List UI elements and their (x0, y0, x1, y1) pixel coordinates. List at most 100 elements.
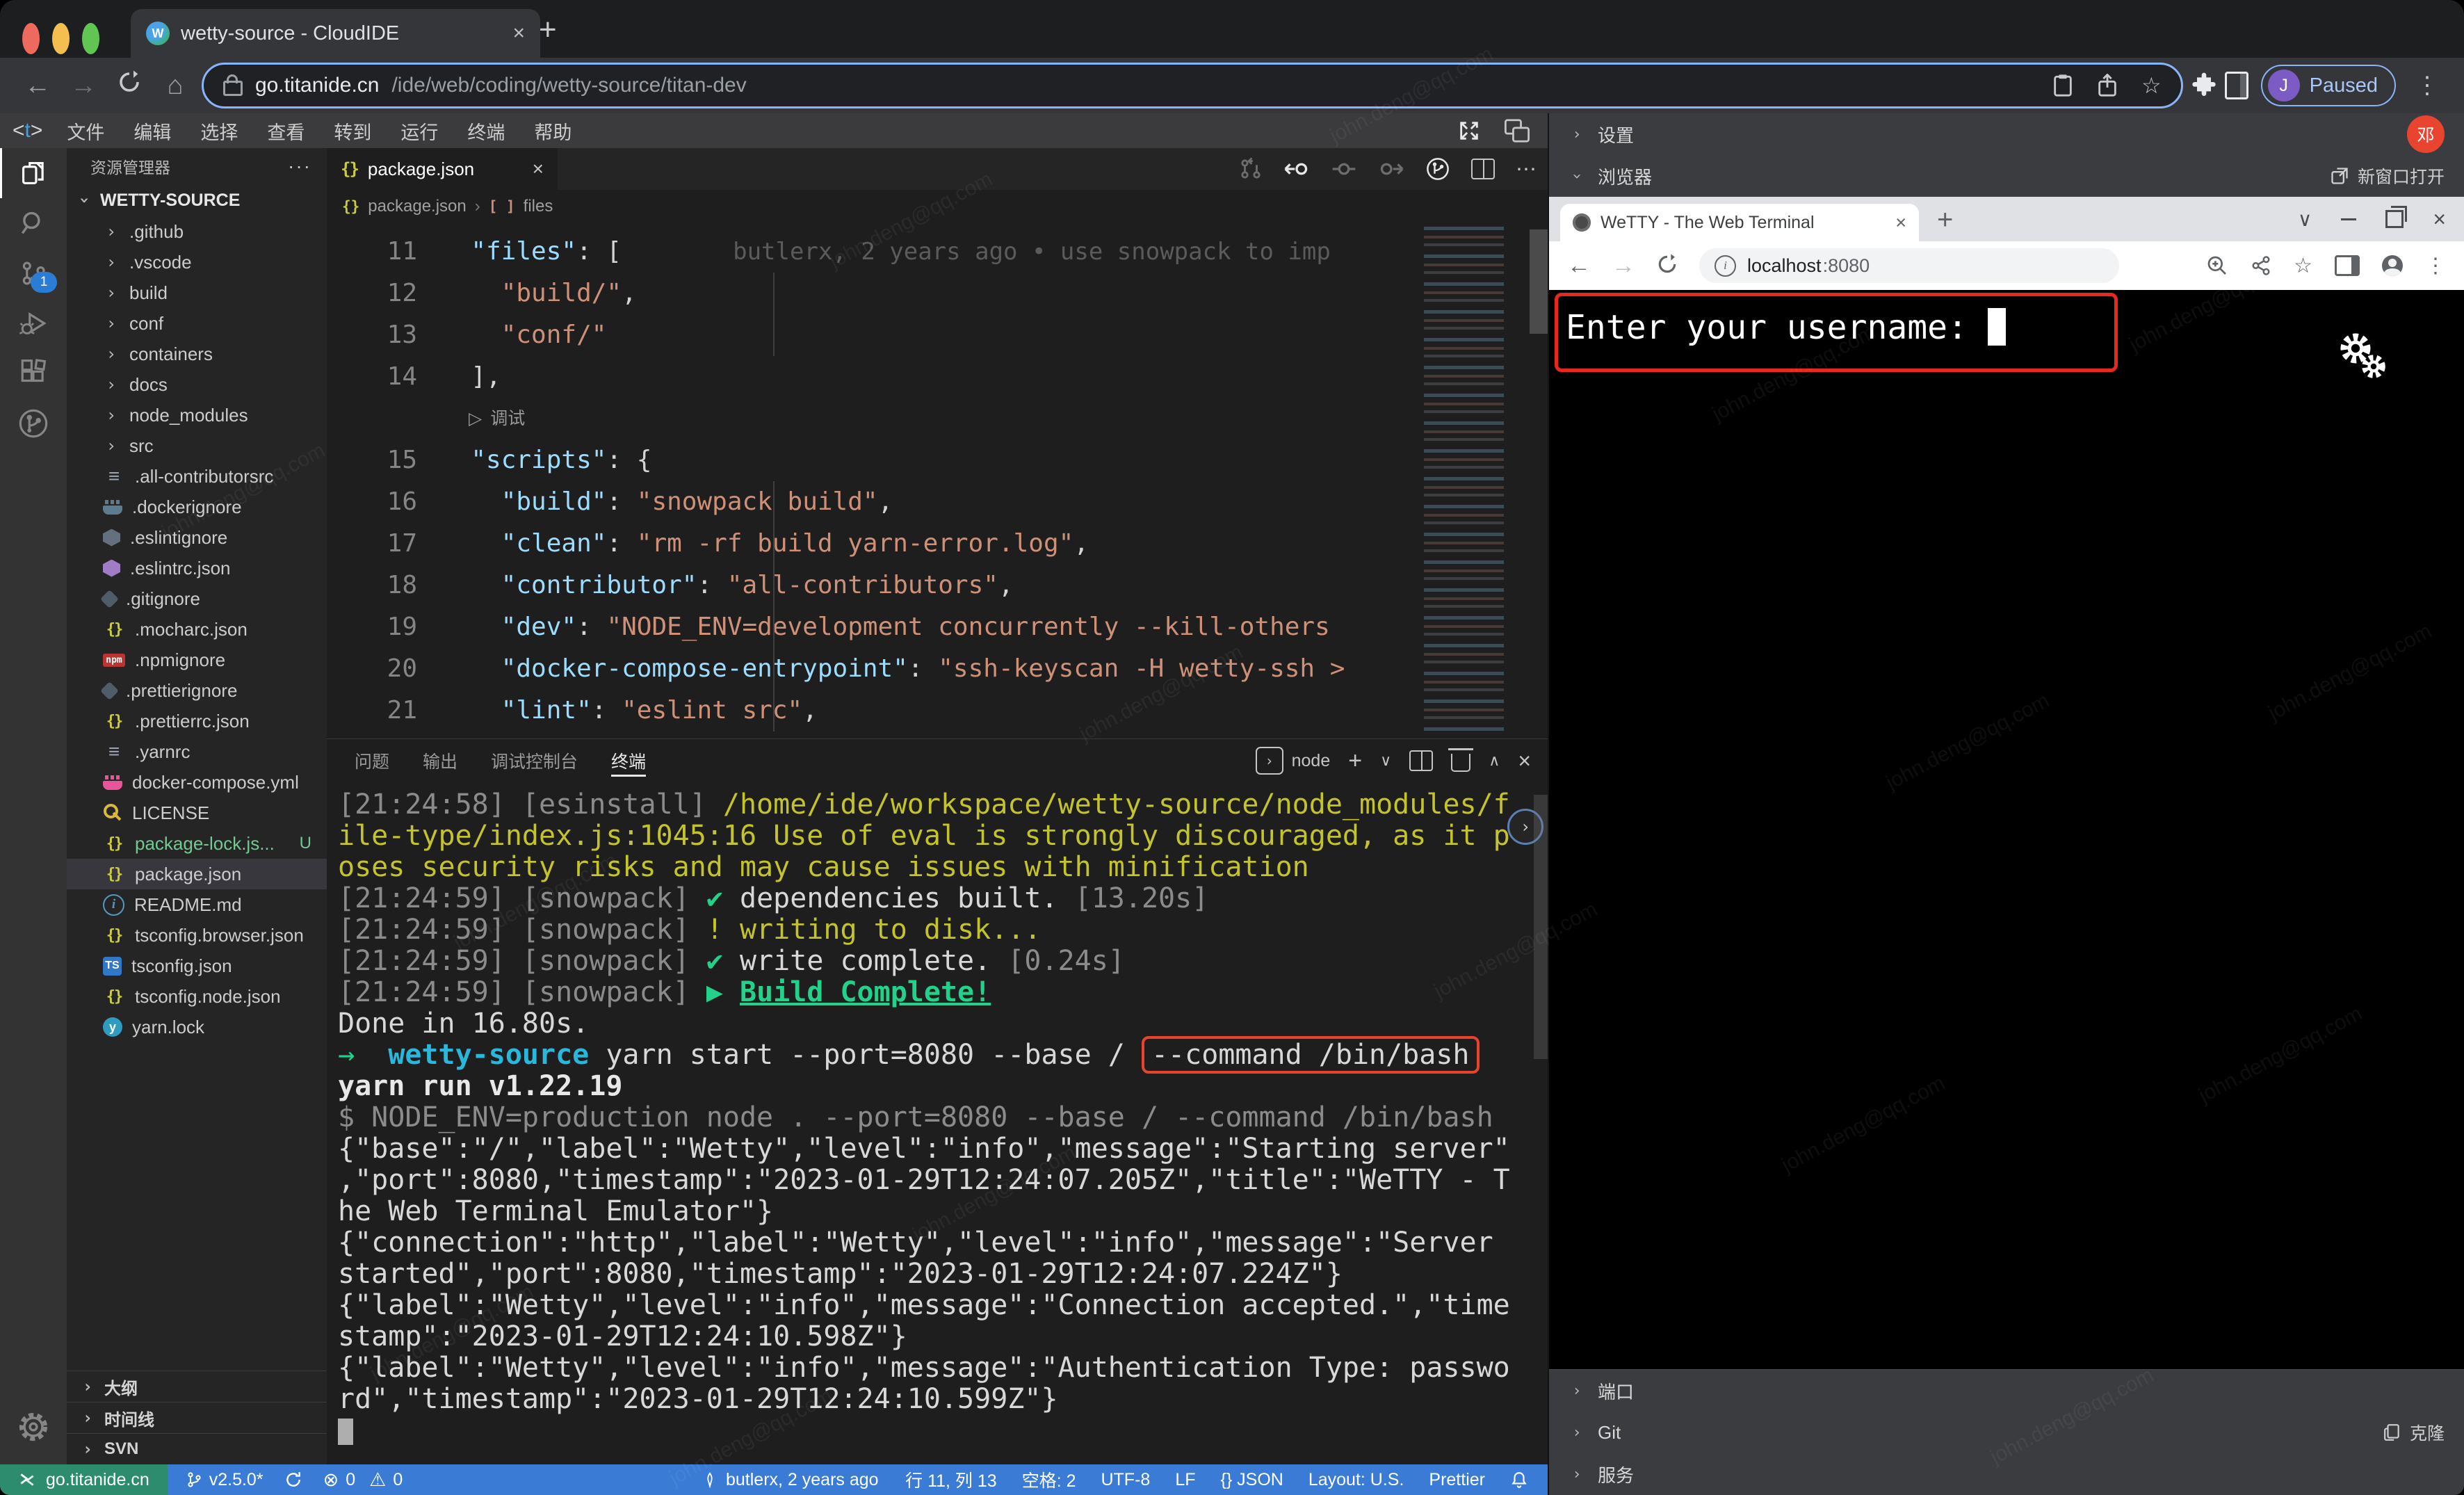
section-services[interactable]: › 服务 (1549, 1453, 2464, 1495)
file-item-.dockerignore[interactable]: .dockerignore (67, 492, 327, 522)
file-item-README.md[interactable]: iREADME.md (67, 889, 327, 920)
extensions-icon[interactable] (0, 348, 67, 398)
file-item-.vscode[interactable]: ›.vscode (67, 247, 327, 277)
address-bar[interactable]: go.titanide.cn /ide/web/coding/wetty-sou… (202, 63, 2183, 108)
editor-scrollbar[interactable] (1530, 229, 1548, 334)
file-item-.all-contributorsrc[interactable]: ≡.all-contributorsrc (67, 461, 327, 492)
svn-update-icon[interactable] (1425, 156, 1450, 181)
section-settings[interactable]: › 设置 邓 (1549, 113, 2464, 155)
panel-tab-终端[interactable]: 终端 (594, 739, 663, 782)
status-item[interactable]: Layout: U.S. (1308, 1470, 1404, 1490)
forward-icon[interactable]: → (64, 71, 103, 101)
file-item-containers[interactable]: ›containers (67, 339, 327, 369)
split-terminal-icon[interactable] (1409, 750, 1433, 771)
file-item-.yarnrc[interactable]: ≡.yarnrc (67, 736, 327, 767)
webview-forward-icon[interactable]: → (1612, 252, 1635, 280)
menu-item-文件[interactable]: 文件 (52, 122, 119, 143)
file-item-tsconfig.node.json[interactable]: {}tsconfig.node.json (67, 981, 327, 1012)
panel-tab-调试控制台[interactable]: 调试控制台 (474, 739, 594, 782)
file-item-.prettierignore[interactable]: .prettierignore (67, 675, 327, 706)
webview-dropdown-icon[interactable]: ∨ (2298, 208, 2312, 231)
zoom-window-button[interactable] (82, 23, 99, 54)
split-editor-icon[interactable] (1471, 159, 1495, 179)
previous-change-icon[interactable] (1283, 157, 1310, 181)
status-item[interactable]: {} JSON (1221, 1470, 1283, 1490)
explorer-more-icon[interactable]: ··· (288, 155, 311, 177)
home-icon[interactable]: ⌂ (156, 71, 195, 101)
menu-item-转到[interactable]: 转到 (319, 122, 386, 143)
webview-star-icon[interactable]: ☆ (2294, 254, 2312, 278)
file-item-tsconfig.json[interactable]: TStsconfig.json (67, 951, 327, 981)
section-browser[interactable]: › 浏览器 新窗口打开 (1549, 155, 2464, 197)
back-icon[interactable]: ← (18, 71, 57, 101)
close-window-button[interactable] (22, 23, 40, 54)
webview-reload-icon[interactable] (1656, 253, 1678, 279)
webview-new-tab-icon[interactable]: + (1937, 204, 1953, 236)
file-item-docs[interactable]: ›docs (67, 369, 327, 400)
status-item[interactable]: 行 11, 列 13 (905, 1467, 997, 1492)
close-panel-icon[interactable]: × (1518, 748, 1531, 774)
webview-menu-icon[interactable]: ⋮ (2425, 254, 2446, 278)
run-debug-icon[interactable] (0, 298, 67, 348)
layout-icon[interactable] (1505, 119, 1530, 143)
sidebar-section-时间线[interactable]: ›时间线 (67, 1402, 327, 1433)
workspace-root[interactable]: › WETTY-SOURCE (67, 184, 327, 216)
file-item-.github[interactable]: ›.github (67, 216, 327, 247)
current-change-icon[interactable] (1331, 157, 1357, 181)
code-editor[interactable]: 11 "files": [butlerx, 2 years ago • use … (327, 223, 1548, 738)
terminal-dropdown-icon[interactable]: ∨ (1380, 752, 1391, 770)
bookmark-star-icon[interactable]: ☆ (2141, 72, 2162, 99)
file-item-package-lock.js...[interactable]: {}package-lock.js...U (67, 828, 327, 859)
panel-tab-问题[interactable]: 问题 (338, 739, 406, 782)
webview-close-icon[interactable]: × (2433, 207, 2446, 232)
info-icon[interactable]: i (1715, 255, 1736, 277)
wetty-settings-gears-icon[interactable] (2325, 329, 2394, 394)
terminal[interactable]: [21:24:58] [esinstall] /home/ide/workspa… (327, 782, 1548, 1464)
terminal-shell-picker[interactable]: › node (1256, 747, 1331, 775)
minimap[interactable] (1424, 227, 1527, 734)
webview-minimize-icon[interactable] (2341, 218, 2356, 220)
webview-tab-close-icon[interactable]: × (1895, 212, 1906, 234)
file-item-src[interactable]: ›src (67, 430, 327, 461)
file-item-.gitignore[interactable]: .gitignore (67, 583, 327, 614)
profile-chip[interactable]: J Paused (2261, 65, 2396, 106)
fullscreen-icon[interactable] (1457, 119, 1481, 143)
status-item[interactable]: UTF-8 (1101, 1470, 1150, 1490)
panel-tab-输出[interactable]: 输出 (406, 739, 474, 782)
file-item-build[interactable]: ›build (67, 277, 327, 308)
clipboard-icon[interactable] (2052, 74, 2073, 97)
remote-indicator[interactable]: go.titanide.cn (0, 1464, 168, 1495)
file-item-package.json[interactable]: {}package.json (67, 859, 327, 889)
status-item[interactable]: 空格: 2 (1022, 1467, 1076, 1492)
file-item-docker-compose.yml[interactable]: docker-compose.yml (67, 767, 327, 798)
tab-close-icon[interactable]: × (512, 22, 525, 45)
menu-item-查看[interactable]: 查看 (252, 122, 319, 143)
menu-item-运行[interactable]: 运行 (386, 122, 453, 143)
webview-back-icon[interactable]: ← (1567, 252, 1591, 280)
file-item-yarn.lock[interactable]: yyarn.lock (67, 1012, 327, 1042)
file-item-.prettierrc.json[interactable]: {}.prettierrc.json (67, 706, 327, 736)
file-item-.npmignore[interactable]: npm.npmignore (67, 645, 327, 675)
branch-indicator[interactable]: v2.5.0* (186, 1470, 264, 1490)
new-terminal-icon[interactable]: + (1348, 748, 1362, 775)
wetty-terminal[interactable]: Enter your username: (1549, 290, 2464, 1369)
panel-scrollbar[interactable] (1534, 795, 1548, 1059)
webview-profile-icon[interactable] (2382, 255, 2403, 276)
file-item-.mocharc.json[interactable]: {}.mocharc.json (67, 614, 327, 645)
sync-indicator[interactable] (284, 1471, 302, 1489)
user-avatar[interactable]: 邓 (2407, 115, 2445, 153)
file-item-.eslintignore[interactable]: .eslintignore (67, 522, 327, 553)
problems-indicator[interactable]: ⊗0 ⚠0 (323, 1469, 403, 1491)
share-nodes-icon[interactable] (2251, 254, 2271, 277)
kill-terminal-icon[interactable] (1451, 754, 1470, 772)
explorer-icon[interactable] (0, 148, 67, 198)
browser-sidebar-icon[interactable] (2225, 72, 2248, 99)
section-git[interactable]: › Git 克隆 (1549, 1412, 2464, 1453)
webview-address-bar[interactable]: i localhost:8080 (1699, 248, 2119, 283)
notifications-bell-icon[interactable] (1510, 1470, 1528, 1489)
file-item-tsconfig.browser.json[interactable]: {}tsconfig.browser.json (67, 920, 327, 951)
pull-request-icon[interactable] (1239, 157, 1263, 181)
zoom-icon[interactable] (2206, 254, 2228, 277)
breadcrumb[interactable]: {} package.json › [ ] files (327, 190, 1548, 223)
settings-gear-icon[interactable] (0, 1402, 67, 1452)
